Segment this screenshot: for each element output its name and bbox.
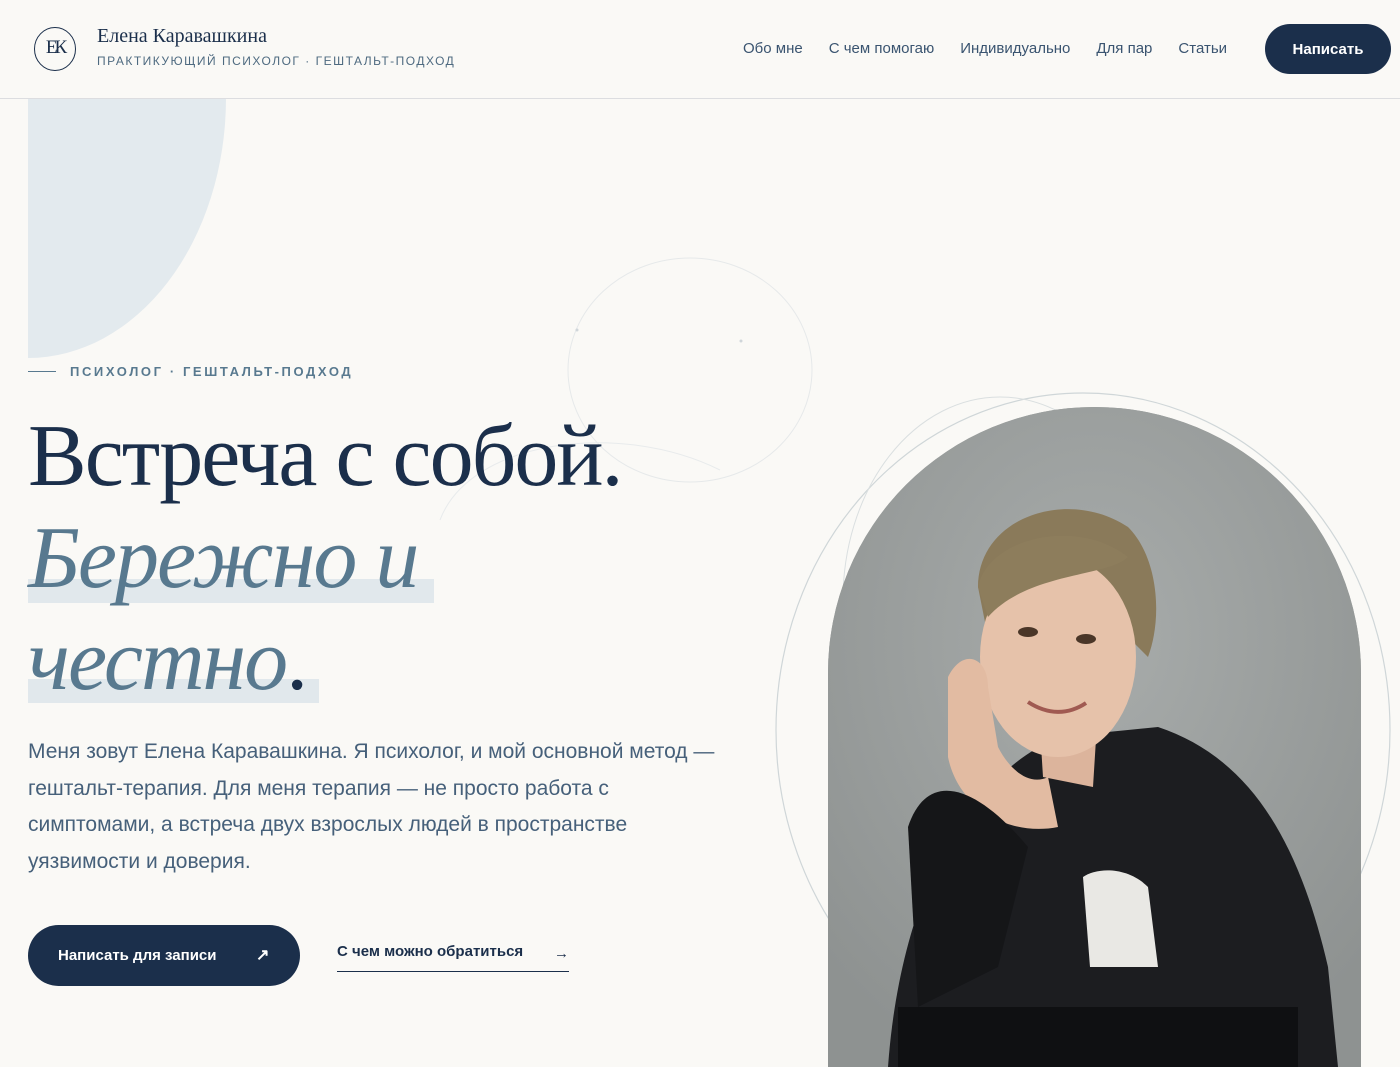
main-nav: Обо мне С чем помогаю Индивидуально Для … xyxy=(743,40,1227,57)
nav-help-topics[interactable]: С чем помогаю xyxy=(829,40,935,57)
nav-articles[interactable]: Статьи xyxy=(1178,40,1227,57)
hero-eyebrow: ПСИХОЛОГ · ГЕШТАЛЬТ-ПОДХОД xyxy=(28,364,353,379)
eyebrow-text: ПСИХОЛОГ · ГЕШТАЛЬТ-ПОДХОД xyxy=(70,364,354,379)
portrait-illustration xyxy=(828,407,1361,1067)
hero-title-dot: . xyxy=(286,612,308,709)
site-header: ЕК Елена Каравашкина ПРАКТИКУЮЩИЙ ПСИХОЛ… xyxy=(0,0,1400,99)
help-topics-link[interactable]: С чем можно обратиться → xyxy=(337,943,569,972)
nav-about[interactable]: Обо мне xyxy=(743,40,803,57)
hero-title-italic-line1: Бережно и xyxy=(28,510,419,607)
nav-couples[interactable]: Для пар xyxy=(1096,40,1152,57)
arrow-right-icon: → xyxy=(554,945,569,962)
hero-title: Встреча с собой. xyxy=(28,408,623,505)
brand-name: Елена Каравашкина xyxy=(97,25,267,47)
portrait-photo xyxy=(828,407,1361,1067)
hero-title-italic-line2: честно xyxy=(28,612,288,709)
eyebrow-divider xyxy=(28,371,56,372)
help-topics-label: С чем можно обратиться xyxy=(337,943,524,960)
book-session-label: Написать для записи xyxy=(58,947,217,964)
book-session-button[interactable]: Написать для записи ↗ xyxy=(28,925,300,986)
logo[interactable]: ЕК xyxy=(33,26,77,72)
write-button[interactable]: Написать xyxy=(1265,24,1391,74)
logo-monogram: ЕК xyxy=(45,37,67,58)
nav-individual[interactable]: Индивидуально xyxy=(960,40,1070,57)
arrow-up-right-icon: ↗ xyxy=(256,947,270,964)
hero-title-italic: Бережно и честно. xyxy=(28,508,628,712)
brand-subtitle: ПРАКТИКУЮЩИЙ ПСИХОЛОГ · ГЕШТАЛЬТ-ПОДХОД xyxy=(97,54,456,68)
hero-lead: Меня зовут Елена Каравашкина. Я психолог… xyxy=(28,740,715,873)
